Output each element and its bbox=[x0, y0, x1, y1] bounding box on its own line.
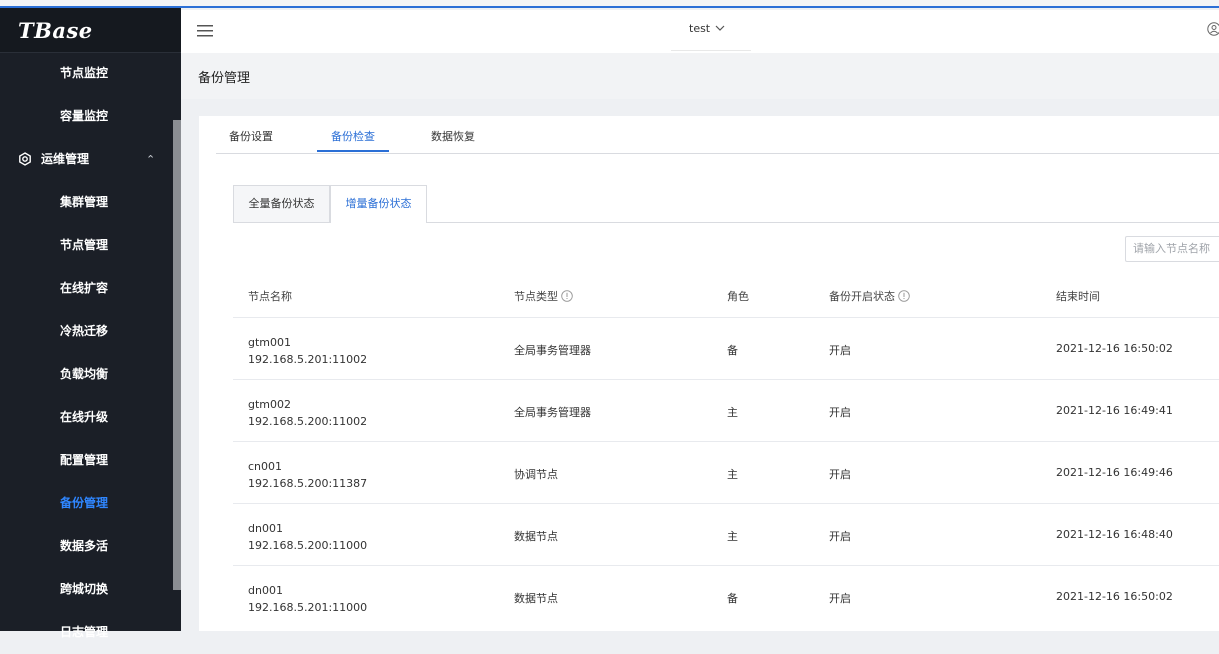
sidebar-item-logs[interactable]: 日志管理 bbox=[0, 611, 173, 654]
node-address: 192.168.5.200:11000 bbox=[248, 539, 368, 552]
table-row: gtm002 192.168.5.200:11002 全局事务管理器 主 开启 2… bbox=[233, 379, 1219, 442]
table-row: gtm001 192.168.5.201:11002 全局事务管理器 备 开启 2… bbox=[233, 317, 1219, 380]
node-name-cell: gtm001 192.168.5.201:11002 bbox=[248, 334, 367, 368]
gear-icon bbox=[19, 152, 31, 166]
sidebar-item-migration[interactable]: 冷热迁移 bbox=[0, 310, 173, 353]
node-type-cell: 数据节点 bbox=[514, 592, 558, 605]
sidebar-item-node-monitor[interactable]: 节点监控 bbox=[0, 52, 173, 95]
sidebar-nav: 节点监控 容量监控 运维管理 ⌃ 集群管理 节点管理 在线扩容 冷热迁移 负载均… bbox=[0, 52, 173, 654]
content-card: 备份设置 备份检查 数据恢复 全量备份状态 增量备份状态 请输入节点名称 节点名… bbox=[199, 116, 1219, 631]
info-icon[interactable] bbox=[561, 290, 573, 302]
backup-status-cell: 开启 bbox=[829, 406, 851, 419]
browser-top-bar bbox=[0, 0, 1219, 8]
sidebar-item-upgrade[interactable]: 在线升级 bbox=[0, 396, 173, 439]
node-type-cell: 全局事务管理器 bbox=[514, 344, 591, 357]
end-time-cell: 2021-12-16 16:49:46 bbox=[1056, 466, 1173, 479]
column-header-label: 角色 bbox=[727, 290, 749, 303]
end-time-cell: 2021-12-16 16:49:41 bbox=[1056, 404, 1173, 417]
tab-data-restore[interactable]: 数据恢复 bbox=[431, 128, 475, 144]
node-name: dn001 bbox=[248, 584, 283, 597]
node-name: cn001 bbox=[248, 460, 283, 473]
node-type-cell: 协调节点 bbox=[514, 468, 558, 481]
backup-status-cell: 开启 bbox=[829, 592, 851, 605]
column-header-label: 结束时间 bbox=[1056, 290, 1100, 303]
backup-status-cell: 开启 bbox=[829, 530, 851, 543]
sidebar-item-scale-out[interactable]: 在线扩容 bbox=[0, 267, 173, 310]
end-time-cell: 2021-12-16 16:50:02 bbox=[1056, 590, 1173, 603]
sidebar-item-multi-active[interactable]: 数据多活 bbox=[0, 525, 173, 568]
column-header-label: 节点类型 bbox=[514, 290, 558, 303]
environment-selector[interactable]: test bbox=[689, 22, 725, 35]
page-title: 备份管理 bbox=[198, 71, 251, 86]
tab-backup-check[interactable]: 备份检查 bbox=[331, 128, 375, 144]
chevron-down-icon bbox=[715, 25, 725, 31]
role-cell: 主 bbox=[727, 468, 738, 481]
node-address: 192.168.5.201:11000 bbox=[248, 601, 368, 614]
node-address: 192.168.5.200:11387 bbox=[248, 477, 368, 490]
sidebar-item-node[interactable]: 节点管理 bbox=[0, 224, 173, 267]
end-time-cell: 2021-12-16 16:48:40 bbox=[1056, 528, 1173, 541]
role-cell: 主 bbox=[727, 530, 738, 543]
top-header: test bbox=[181, 10, 1219, 53]
node-name: dn001 bbox=[248, 522, 283, 535]
role-cell: 主 bbox=[727, 406, 738, 419]
backup-status-cell: 开启 bbox=[829, 468, 851, 481]
sidebar-item-load-balance[interactable]: 负载均衡 bbox=[0, 353, 173, 396]
node-address: 192.168.5.200:11002 bbox=[248, 415, 368, 428]
environment-label: test bbox=[689, 22, 711, 35]
column-header-node-name: 节点名称 bbox=[248, 288, 292, 304]
column-header-label: 节点名称 bbox=[248, 290, 292, 303]
subtab-full-backup-status[interactable]: 全量备份状态 bbox=[233, 185, 330, 222]
sidebar-scrollbar[interactable] bbox=[173, 120, 181, 590]
hamburger-menu-icon[interactable] bbox=[197, 25, 213, 37]
column-header-node-type: 节点类型 bbox=[514, 288, 573, 304]
node-name: gtm002 bbox=[248, 398, 292, 411]
role-cell: 备 bbox=[727, 344, 738, 357]
info-icon[interactable] bbox=[898, 290, 910, 302]
role-cell: 备 bbox=[727, 592, 738, 605]
column-header-end-time: 结束时间 bbox=[1056, 288, 1100, 304]
sidebar-item-cross-city[interactable]: 跨城切换 bbox=[0, 568, 173, 611]
brand-logo[interactable]: TBase bbox=[0, 8, 181, 53]
subtab-incremental-backup-status[interactable]: 增量备份状态 bbox=[330, 185, 427, 223]
main-tabs: 备份设置 备份检查 数据恢复 bbox=[216, 116, 1219, 154]
table-row: dn001 192.168.5.200:11000 数据节点 主 开启 2021-… bbox=[233, 503, 1219, 566]
node-name-search-input[interactable]: 请输入节点名称 bbox=[1125, 236, 1219, 262]
node-name-cell: cn001 192.168.5.200:11387 bbox=[248, 458, 367, 492]
sidebar-item-cluster[interactable]: 集群管理 bbox=[0, 181, 173, 224]
chevron-up-icon: ⌃ bbox=[146, 153, 156, 166]
node-address: 192.168.5.201:11002 bbox=[248, 353, 368, 366]
sidebar: TBase 节点监控 容量监控 运维管理 ⌃ 集群管理 节点管理 在线扩容 冷热… bbox=[0, 8, 181, 639]
active-tab-indicator bbox=[317, 150, 389, 152]
sidebar-item-capacity-monitor[interactable]: 容量监控 bbox=[0, 95, 173, 138]
page-title-bar: 备份管理 bbox=[181, 53, 1219, 99]
end-time-cell: 2021-12-16 16:50:02 bbox=[1056, 342, 1173, 355]
column-header-backup-status: 备份开启状态 bbox=[829, 288, 910, 304]
sidebar-item-config[interactable]: 配置管理 bbox=[0, 439, 173, 482]
column-header-role: 角色 bbox=[727, 288, 749, 304]
sidebar-group-label: 运维管理 bbox=[41, 152, 90, 166]
sidebar-item-backup[interactable]: 备份管理 bbox=[0, 482, 173, 525]
table-row: cn001 192.168.5.200:11387 协调节点 主 开启 2021-… bbox=[233, 441, 1219, 504]
node-type-cell: 数据节点 bbox=[514, 530, 558, 543]
table-row: dn001 192.168.5.201:11000 数据节点 备 开启 2021-… bbox=[233, 565, 1219, 628]
node-name-cell: gtm002 192.168.5.200:11002 bbox=[248, 396, 367, 430]
sub-tabs: 全量备份状态 增量备份状态 bbox=[233, 185, 1219, 223]
brand-text: TBase bbox=[18, 18, 93, 43]
node-name: gtm001 bbox=[248, 336, 292, 349]
user-icon[interactable] bbox=[1207, 22, 1219, 36]
node-type-cell: 全局事务管理器 bbox=[514, 406, 591, 419]
sidebar-group-ops[interactable]: 运维管理 ⌃ bbox=[0, 138, 173, 181]
tab-backup-settings[interactable]: 备份设置 bbox=[229, 128, 273, 144]
node-name-cell: dn001 192.168.5.200:11000 bbox=[248, 520, 367, 554]
node-name-cell: dn001 192.168.5.201:11000 bbox=[248, 582, 367, 616]
column-header-label: 备份开启状态 bbox=[829, 290, 895, 303]
backup-status-cell: 开启 bbox=[829, 344, 851, 357]
environment-divider bbox=[671, 50, 751, 51]
